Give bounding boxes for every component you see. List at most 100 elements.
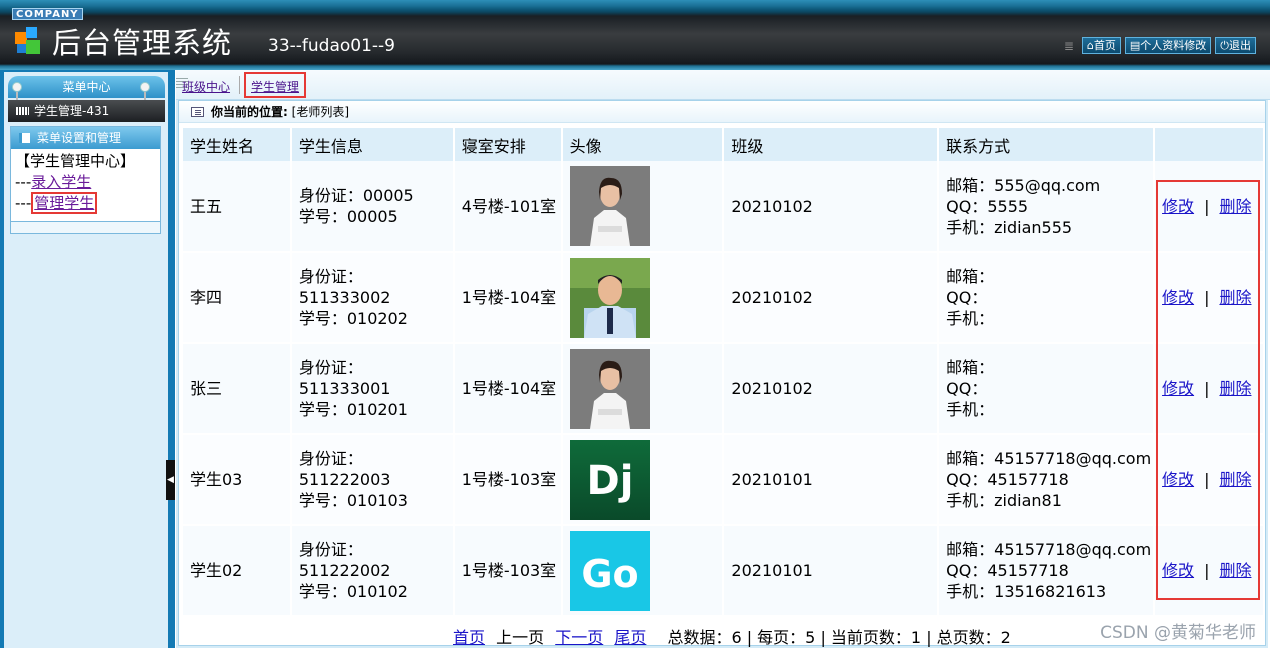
edit-link[interactable]: 修改 (1162, 288, 1194, 307)
avatar (569, 348, 650, 429)
app-title: 后台管理系统 (52, 26, 233, 60)
next-page-link[interactable]: 下一页 (555, 628, 603, 647)
avatar-cell (561, 252, 725, 344)
logout-button[interactable]: ⏻退出 (1215, 37, 1256, 54)
column-header: 班级 (723, 128, 940, 161)
student-name: 学生02 (183, 525, 292, 617)
qq: QQ：45157718 (946, 561, 1069, 580)
pager-summary: 总数据：6 | 每页：5 | 当前页数：1 | 总页数：2 (667, 628, 1011, 647)
list-icon (191, 107, 204, 117)
location-label: 你当前的位置: (211, 105, 288, 119)
edit-link[interactable]: 修改 (1162, 561, 1194, 580)
delete-link[interactable]: 删除 (1219, 470, 1251, 489)
phone: 手机： (946, 309, 995, 328)
class: 20210102 (723, 343, 940, 435)
phone: 手机：13516821613 (946, 582, 1107, 601)
tab-student-management[interactable]: 学生管理 (244, 72, 307, 98)
qq: QQ： (946, 379, 988, 398)
contact: 邮箱：555@qq.com QQ：5555 手机：zidian555 (938, 161, 1156, 253)
column-header: 学生信息 (290, 128, 455, 161)
contact: 邮箱： QQ： 手机： (938, 252, 1156, 344)
last-page-link[interactable]: 尾页 (614, 628, 646, 647)
tree-root: 【学生管理中心】 (15, 152, 136, 170)
avatar-cell: Dj (561, 434, 725, 526)
qq: QQ：5555 (946, 196, 1029, 216)
watermark: CSDN @黄菊华老师 (1100, 623, 1256, 643)
student-info: 身份证：511333002 学号：010202 (290, 252, 455, 344)
edit-link[interactable]: 修改 (1162, 197, 1194, 216)
qq: QQ：45157718 (946, 470, 1069, 489)
column-header: 寝室安排 (453, 128, 563, 161)
column-header (1154, 128, 1265, 161)
delete-link[interactable]: 删除 (1219, 379, 1251, 398)
manage-students-link[interactable]: 管理学生 (31, 192, 98, 214)
grip-icon: ≣ (1063, 38, 1074, 53)
sidebar: 菜单中心 学生管理-431 菜单设置和管理 【学生管理中心】 ---录入学生 -… (0, 70, 175, 648)
id-number: 身份证：00005 (298, 186, 414, 205)
pin-icon (140, 82, 150, 100)
main-panel: 你当前的位置: [老师列表] 学生姓名 学生信息 寝室安排 头像 班级 联系方式… (178, 100, 1266, 648)
divider (239, 76, 240, 94)
grid-icon (16, 107, 29, 115)
student-number: 学号：010201 (298, 400, 408, 419)
email: 邮箱：45157718@qq.com (946, 540, 1152, 559)
qq: QQ： (946, 288, 988, 307)
delete-link[interactable]: 删除 (1219, 288, 1251, 307)
section-student-management[interactable]: 学生管理-431 (8, 100, 165, 122)
table-header-row: 学生姓名 学生信息 寝室安排 头像 班级 联系方式 (183, 128, 1265, 161)
student-number: 学号：010102 (298, 582, 408, 601)
delete-link[interactable]: 删除 (1219, 561, 1251, 580)
phone: 手机：zidian81 (946, 491, 1062, 510)
separator: | (1204, 561, 1210, 580)
table-row: 学生03 身份证：511222003 学号：010103 1号楼-103室 Dj 2021… (183, 434, 1265, 526)
class: 20210101 (723, 434, 940, 526)
id-number: 身份证：511222003 (298, 449, 391, 489)
separator: | (1204, 288, 1210, 307)
email: 邮箱： (946, 267, 995, 286)
profile-button[interactable]: ▤个人资料修改 (1124, 37, 1212, 54)
operations: 修改 | 删除 (1154, 525, 1265, 617)
power-icon: ⏻ (1220, 39, 1229, 52)
home-button[interactable]: ⌂首页 (1081, 37, 1121, 54)
table-row: 李四 身份证：511333002 学号：010202 1号楼-104室 20210102… (183, 252, 1265, 344)
student-name: 张三 (183, 343, 292, 435)
breadcrumb: 班级中心 学生管理 (176, 70, 1270, 100)
tree-item: --- 管理学生 (15, 192, 160, 214)
contact: 邮箱：45157718@qq.com QQ：45157718 手机：zidian81 (938, 434, 1156, 526)
edit-link[interactable]: 修改 (1162, 379, 1194, 398)
sidebar-inner: 菜单中心 学生管理-431 菜单设置和管理 【学生管理中心】 ---录入学生 -… (4, 72, 169, 648)
cube-logo-icon (15, 27, 40, 54)
go-logo-icon: Go (569, 530, 650, 611)
home-icon: ⌂ (1086, 39, 1094, 52)
tab-class-center[interactable]: 班级中心 (182, 78, 230, 95)
email: 邮箱：555@qq.com (946, 175, 1101, 195)
column-header: 联系方式 (938, 128, 1156, 161)
student-info: 身份证：00005 学号：00005 (290, 161, 455, 253)
dorm: 1号楼-103室 (453, 434, 563, 526)
id-number: 身份证：511333002 (298, 267, 391, 307)
dorm: 1号楼-104室 (453, 343, 563, 435)
svg-text:Go: Go (581, 552, 638, 596)
location-value: [老师列表] (291, 105, 350, 119)
class: 20210102 (723, 161, 940, 253)
menu-tree: 【学生管理中心】 ---录入学生 --- 管理学生 (11, 149, 160, 214)
table-row: 王五 身份证：00005 学号：00005 4号楼-101室 20210102 邮箱：55… (183, 161, 1265, 253)
phone: 手机：zidian555 (946, 217, 1073, 237)
first-page-link[interactable]: 首页 (453, 628, 485, 647)
operations: 修改 | 删除 (1154, 161, 1265, 253)
location-bar: 你当前的位置: [老师列表] (179, 101, 1265, 123)
email: 邮箱：45157718@qq.com (946, 449, 1152, 468)
student-name: 王五 (183, 161, 292, 253)
student-number: 学号：010103 (298, 491, 408, 510)
id-number: 身份证：511222002 (298, 540, 391, 580)
student-number: 学号：00005 (298, 207, 398, 226)
contact: 邮箱： QQ： 手机： (938, 343, 1156, 435)
tree-item: ---录入学生 (15, 173, 92, 191)
dorm: 4号楼-101室 (453, 161, 563, 253)
delete-link[interactable]: 删除 (1219, 197, 1251, 216)
pagination: 首页 上一页 下一页 尾页 总数据：6 | 每页：5 | 当前页数：1 | 总页… (453, 624, 1017, 648)
add-student-link[interactable]: 录入学生 (31, 173, 91, 191)
collapse-arrow-icon[interactable]: ◀ (166, 460, 175, 500)
edit-link[interactable]: 修改 (1162, 470, 1194, 489)
panel-header: 菜单设置和管理 (11, 127, 160, 149)
